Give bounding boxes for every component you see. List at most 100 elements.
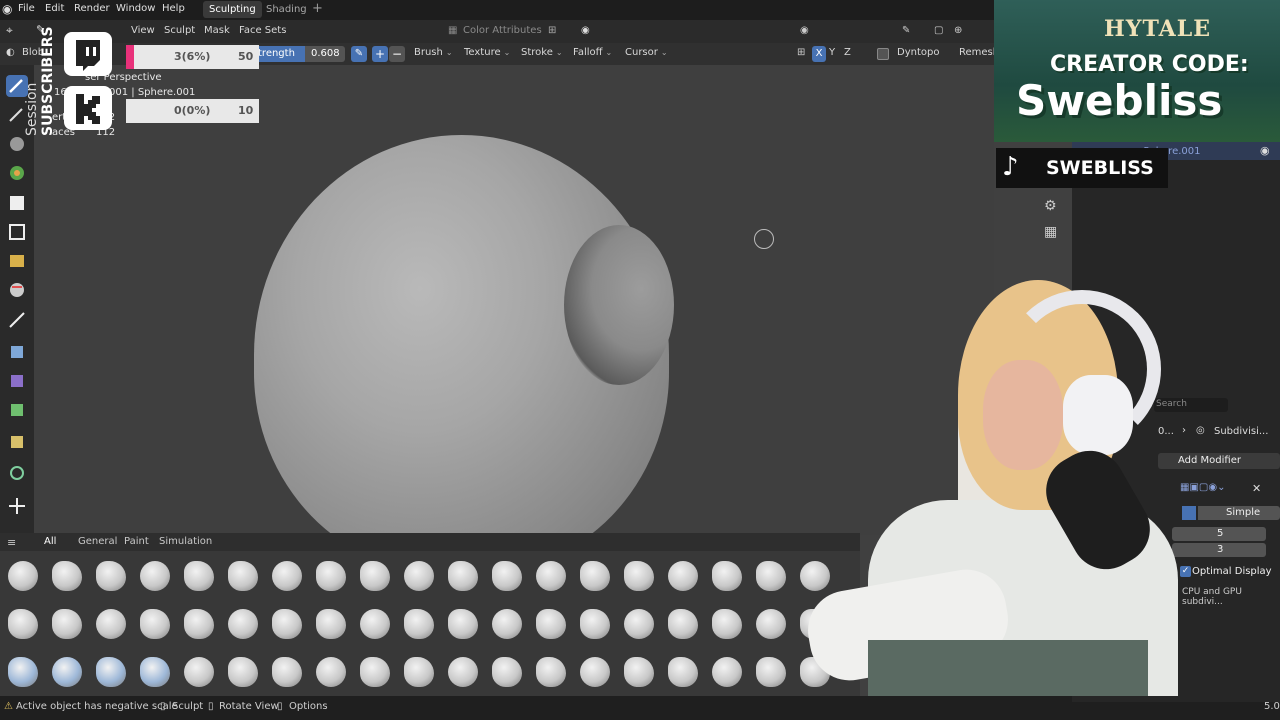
texture-dropdown[interactable]: Texture ⌄: [464, 47, 510, 58]
xray-toggle-icon[interactable]: ▢: [934, 25, 943, 36]
brush-thumbnail[interactable]: [48, 557, 86, 595]
brush-thumbnail[interactable]: [708, 605, 746, 643]
brush-thumbnail[interactable]: [532, 653, 570, 691]
add-workspace-button[interactable]: +: [312, 1, 323, 16]
brush-thumbnail[interactable]: [620, 653, 658, 691]
shelf-tab-paint[interactable]: Paint: [124, 536, 149, 547]
brush-thumbnail[interactable]: [312, 605, 350, 643]
brush-thumbnail[interactable]: [268, 605, 306, 643]
levels-viewport-field[interactable]: 5: [1172, 527, 1266, 541]
brush-thumbnail[interactable]: [576, 653, 614, 691]
shading-wireframe-icon[interactable]: ⊕: [954, 25, 962, 36]
brush-thumbnail[interactable]: [488, 557, 526, 595]
tool-edit-face-set[interactable]: [6, 399, 28, 421]
tab-shading[interactable]: Shading: [260, 1, 313, 18]
brush-thumbnail[interactable]: [48, 653, 86, 691]
brush-thumbnail[interactable]: [576, 557, 614, 595]
brush-thumbnail[interactable]: [224, 653, 262, 691]
color-attributes-dropdown[interactable]: Color Attributes: [463, 25, 542, 36]
chevron-right-icon[interactable]: ›: [1182, 425, 1186, 436]
brush-thumbnail[interactable]: [444, 557, 482, 595]
brush-thumbnail[interactable]: [356, 653, 394, 691]
menu-edit[interactable]: Edit: [45, 3, 64, 14]
stroke-dropdown[interactable]: Stroke ⌄: [521, 47, 563, 58]
brush-thumbnail[interactable]: [356, 557, 394, 595]
brush-thumbnail[interactable]: [312, 653, 350, 691]
tool-mask[interactable]: [6, 192, 28, 214]
menu-render[interactable]: Render: [74, 3, 110, 14]
brush-thumbnail[interactable]: [180, 557, 218, 595]
menu-file[interactable]: File: [18, 3, 35, 14]
pressure-icon[interactable]: ✎: [351, 46, 367, 62]
close-icon[interactable]: ✕: [1252, 482, 1261, 495]
brush-thumbnail[interactable]: [664, 557, 702, 595]
axis-y-toggle[interactable]: Y: [829, 47, 835, 58]
brush-thumbnail[interactable]: [224, 557, 262, 595]
brush-dropdown[interactable]: Brush ⌄: [414, 47, 453, 58]
cursor-dropdown[interactable]: Cursor ⌄: [625, 47, 668, 58]
tool-transform[interactable]: [6, 462, 28, 484]
menu-sculpt[interactable]: Sculpt: [164, 25, 195, 36]
brush-thumbnail[interactable]: [4, 653, 42, 691]
menu-face-sets[interactable]: Face Sets: [239, 25, 286, 36]
brush-thumbnail[interactable]: [752, 653, 790, 691]
optimal-display-checkbox[interactable]: ✓: [1180, 566, 1191, 577]
shelf-tab-general[interactable]: General: [78, 536, 117, 547]
direction-add-icon[interactable]: +: [372, 46, 388, 62]
symmetry-mirror-icon[interactable]: ⊞: [797, 47, 805, 58]
strength-slider-fill[interactable]: trength: [255, 46, 305, 62]
brush-thumbnail[interactable]: [708, 653, 746, 691]
brush-thumbnail[interactable]: [224, 605, 262, 643]
xray-icon[interactable]: ✎: [902, 25, 910, 36]
falloff-dropdown[interactable]: Falloff ⌄: [573, 47, 612, 58]
catmull-clark-toggle[interactable]: [1182, 506, 1196, 520]
brush-thumbnail[interactable]: [356, 605, 394, 643]
visibility-eye-icon[interactable]: ◉: [1260, 144, 1270, 157]
visibility-icon[interactable]: ◉: [800, 25, 809, 36]
brush-thumbnail[interactable]: [4, 557, 42, 595]
brush-thumbnail[interactable]: [664, 653, 702, 691]
record-icon[interactable]: ◉: [581, 25, 590, 36]
tool-cloth-filter[interactable]: [6, 341, 28, 363]
brush-thumbnail[interactable]: [4, 605, 42, 643]
axis-x-toggle[interactable]: X: [812, 46, 826, 62]
brush-thumbnail[interactable]: [708, 557, 746, 595]
brush-thumbnail[interactable]: [400, 605, 438, 643]
tool-move[interactable]: [6, 495, 28, 517]
brush-thumbnail[interactable]: [752, 557, 790, 595]
brush-thumbnail[interactable]: [180, 605, 218, 643]
menu-mask[interactable]: Mask: [204, 25, 230, 36]
brush-thumbnail[interactable]: [136, 653, 174, 691]
grid-view-icon[interactable]: ▦: [1044, 224, 1057, 240]
brush-thumbnail[interactable]: [532, 605, 570, 643]
direction-subtract-icon[interactable]: −: [389, 46, 405, 62]
shelf-tab-simulation[interactable]: Simulation: [159, 536, 212, 547]
brush-thumbnail[interactable]: [92, 653, 130, 691]
tool-mask-by-color[interactable]: [6, 431, 28, 453]
dyntopo-checkbox[interactable]: [877, 48, 889, 60]
brush-thumbnail[interactable]: [136, 605, 174, 643]
camera-view-icon[interactable]: ⚙: [1044, 198, 1057, 214]
tool-mesh-filter[interactable]: [6, 279, 28, 301]
tool-color-filter[interactable]: [6, 370, 28, 392]
brush-preview-icon[interactable]: ◐: [6, 47, 15, 58]
levels-render-field[interactable]: 3: [1172, 543, 1266, 557]
tool-box-mask[interactable]: [6, 221, 28, 243]
brush-thumbnail[interactable]: [136, 557, 174, 595]
brush-thumbnail[interactable]: [400, 557, 438, 595]
brush-thumbnail[interactable]: [268, 653, 306, 691]
modifier-header-icons[interactable]: ▦▣▢◉⌄: [1180, 482, 1225, 493]
tab-sculpting[interactable]: Sculpting: [203, 1, 262, 18]
shelf-menu-icon[interactable]: ≡: [7, 536, 16, 549]
modifier-name[interactable]: Subdivisi...: [1214, 426, 1268, 437]
strength-slider-value[interactable]: 0.608: [305, 46, 345, 62]
simple-toggle[interactable]: Simple: [1198, 506, 1280, 520]
brush-thumbnail[interactable]: [312, 557, 350, 595]
blender-logo-icon[interactable]: ◉: [2, 2, 12, 16]
brush-thumbnail[interactable]: [180, 653, 218, 691]
brush-thumbnail[interactable]: [752, 605, 790, 643]
menu-help[interactable]: Help: [162, 3, 185, 14]
tool-clay[interactable]: [6, 133, 28, 155]
brush-thumbnail[interactable]: [400, 653, 438, 691]
tool-line-project[interactable]: [6, 309, 28, 331]
